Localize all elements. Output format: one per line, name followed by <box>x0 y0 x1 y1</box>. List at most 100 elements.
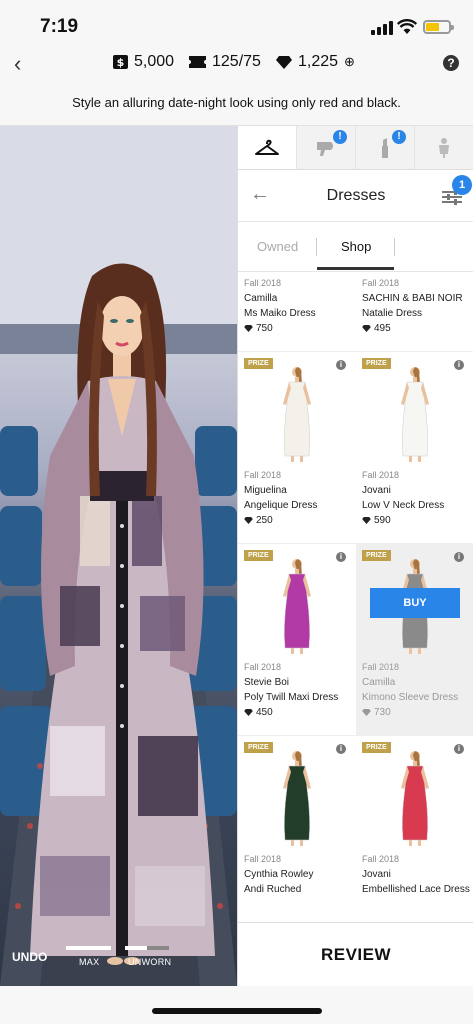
tab-hair[interactable]: ! <box>297 126 356 169</box>
back-button[interactable]: ‹ <box>14 51 21 77</box>
diamond-icon <box>244 709 253 716</box>
dress-name: Angelique Dress <box>244 500 318 511</box>
brand-label: Jovani <box>362 485 391 496</box>
dress-card[interactable]: i Fall 2018SACHIN & BABI NOIRNatalie Dre… <box>356 272 473 352</box>
brand-label: SACHIN & BABI NOIR <box>362 293 463 304</box>
prize-badge: PRIZE <box>362 742 391 753</box>
cash-icon: $ <box>113 55 128 69</box>
season-label: Fall 2018 <box>362 278 400 288</box>
brand-label: Miguelina <box>244 485 287 496</box>
dress-grid: i Fall 2018 Camilla Ms Maiko Dress 750 i Fa… <box>238 272 473 922</box>
brand-label: Camilla <box>362 677 396 688</box>
info-icon[interactable]: i <box>454 744 464 754</box>
tickets-counter[interactable]: 125/75 <box>189 53 261 71</box>
hair-tab-badge: ! <box>333 130 347 144</box>
diamonds-amount: 1,225 <box>298 53 339 70</box>
season-label: Fall 2018 <box>244 470 282 480</box>
dress-name: Low V Neck Dress <box>362 500 445 511</box>
add-diamonds-icon[interactable]: ⊕ <box>344 54 355 70</box>
price-tag: 750 <box>244 323 273 334</box>
brand-label: Camilla <box>244 293 278 304</box>
max-label[interactable]: MAX <box>79 957 99 967</box>
price-tag: 250 <box>244 515 273 526</box>
price-value: 730 <box>374 707 391 718</box>
price-tag: 495 <box>362 323 391 334</box>
diamonds-counter[interactable]: 1,225 ⊕ <box>276 53 355 71</box>
info-icon[interactable]: i <box>454 360 464 370</box>
undo-button[interactable]: UNDO <box>12 950 47 964</box>
review-button[interactable]: REVIEW <box>238 922 473 986</box>
season-label: Fall 2018 <box>362 662 400 672</box>
dress-card[interactable]: PRIZE i BUY Fall 2018 Camilla Kimono Sleeve … <box>356 544 473 736</box>
brand-label: Jovani <box>362 869 391 880</box>
dress-card[interactable]: PRIZE i Fall 2018 Jovani Embellished Lace D… <box>356 736 473 922</box>
dress-model-image <box>283 367 311 462</box>
dress-name: Embellished Lace Dress <box>362 884 470 895</box>
mannequin-icon <box>439 137 449 158</box>
wardrobe-panel: ! ! ← Dresses 1 Owned Shop i <box>237 126 473 986</box>
unworn-indicator-bar[interactable] <box>125 946 147 950</box>
prize-badge: PRIZE <box>244 742 273 753</box>
category-title: Dresses <box>326 187 386 204</box>
dress-name: Andi Ruched <box>244 884 302 895</box>
dress-card[interactable]: PRIZE i Fall 2018 Jovani Low V Neck Dress 5… <box>356 352 473 544</box>
dress-card[interactable]: PRIZE i Fall 2018 Cynthia Rowley Andi Ruche… <box>238 736 356 922</box>
season-label: Fall 2018 <box>244 662 282 672</box>
brand-label: Stevie Boi <box>244 677 290 688</box>
price-value: 750 <box>256 323 273 334</box>
wifi-icon <box>397 19 417 34</box>
dress-card[interactable]: i Fall 2018CamillaMs Maiko Dress 750 <box>238 272 356 352</box>
category-tabs: ! ! <box>238 126 473 170</box>
dress-name: Poly Twill Maxi Dress <box>244 692 339 703</box>
tab-body[interactable] <box>415 126 473 169</box>
dress-model-image <box>283 559 311 654</box>
season-label: Fall 2018 <box>362 470 400 480</box>
diamond-icon <box>362 517 371 524</box>
ticket-icon <box>189 56 206 68</box>
diamond-icon <box>244 517 253 524</box>
prize-badge: PRIZE <box>362 550 391 561</box>
dress-name: Natalie Dress <box>362 308 423 319</box>
svg-text:$: $ <box>117 56 125 69</box>
hanger-icon <box>255 139 279 155</box>
price-value: 495 <box>374 323 391 334</box>
battery-icon <box>423 20 454 34</box>
unworn-indicator-track <box>147 946 169 950</box>
dress-name: Kimono Sleeve Dress <box>362 692 459 703</box>
price-tag: 590 <box>362 515 391 526</box>
dress-model-image <box>401 751 429 846</box>
unworn-label[interactable]: UNWORN <box>128 957 171 967</box>
avatar-stage: UNDO MAX UNWORN <box>0 126 237 986</box>
stage-controls: UNDO MAX UNWORN <box>0 936 237 986</box>
tab-makeup[interactable]: ! <box>356 126 415 169</box>
lipstick-icon <box>382 137 388 158</box>
max-indicator-bar[interactable] <box>66 946 111 950</box>
filter-badge: 1 <box>452 175 472 195</box>
shop-tabs: Owned Shop <box>238 222 473 272</box>
prize-badge: PRIZE <box>244 550 273 561</box>
info-icon[interactable]: i <box>454 552 464 562</box>
currency-bar: ‹ $ 5,000 125/75 1,225 ⊕ ? <box>0 46 473 84</box>
buy-button[interactable]: BUY <box>370 588 460 618</box>
diamond-icon <box>362 325 371 332</box>
info-icon[interactable]: i <box>336 552 346 562</box>
price-tag: 450 <box>244 707 273 718</box>
prize-badge: PRIZE <box>362 358 391 369</box>
help-icon[interactable]: ? <box>443 55 459 71</box>
diamond-icon <box>362 709 371 716</box>
tab-divider <box>394 238 395 256</box>
info-icon[interactable]: i <box>336 744 346 754</box>
info-icon[interactable]: i <box>336 360 346 370</box>
dress-card[interactable]: PRIZE i Fall 2018 Miguelina Angelique Dress… <box>238 352 356 544</box>
tickets-amount: 125/75 <box>212 53 261 70</box>
tab-shop[interactable]: Shop <box>341 239 371 254</box>
home-indicator <box>0 986 473 1024</box>
active-tab-indicator <box>317 267 394 270</box>
filter-button[interactable]: 1 <box>442 175 472 210</box>
tab-owned[interactable]: Owned <box>257 239 298 254</box>
season-label: Fall 2018 <box>244 854 282 864</box>
dress-card[interactable]: PRIZE i Fall 2018 Stevie Boi Poly Twill Max… <box>238 544 356 736</box>
dress-model-image <box>401 367 429 462</box>
cash-counter[interactable]: $ 5,000 <box>113 53 174 71</box>
tab-clothing[interactable] <box>238 126 297 169</box>
